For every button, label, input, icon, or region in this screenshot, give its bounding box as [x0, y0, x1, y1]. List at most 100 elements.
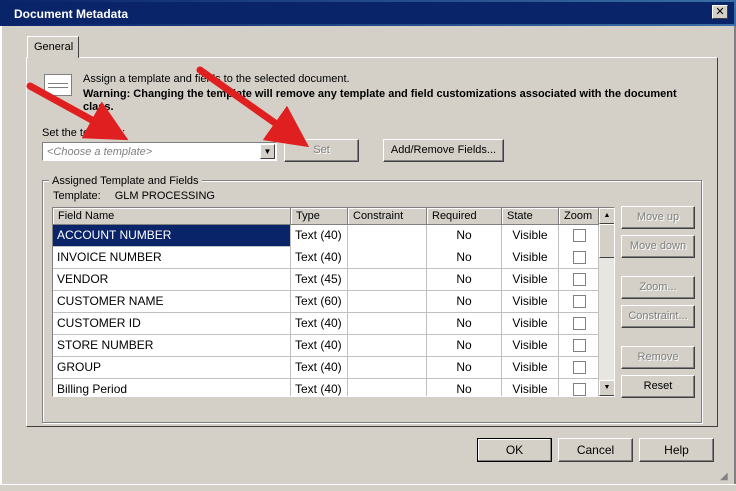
- zoom-cell: [559, 379, 599, 396]
- fields-grid[interactable]: Field Name Type Constraint Required Stat…: [52, 207, 615, 397]
- set-button[interactable]: Set: [284, 139, 359, 162]
- chevron-down-icon[interactable]: ▼: [260, 144, 275, 159]
- table-row[interactable]: VENDOR Text (45) No Visible: [53, 269, 599, 291]
- zoom-checkbox[interactable]: [573, 339, 586, 352]
- zoom-checkbox[interactable]: [573, 295, 586, 308]
- close-button[interactable]: ✕: [712, 5, 728, 19]
- table-row[interactable]: CUSTOMER NAME Text (60) No Visible: [53, 291, 599, 313]
- constraint-cell: [348, 269, 427, 291]
- field-name-cell: CUSTOMER NAME: [53, 291, 291, 313]
- zoom-cell: [559, 335, 599, 357]
- type-cell: Text (60): [291, 291, 348, 313]
- type-cell: Text (40): [291, 247, 348, 269]
- constraint-cell: [348, 225, 427, 247]
- required-cell: No: [427, 379, 502, 396]
- constraint-cell: [348, 247, 427, 269]
- remove-button[interactable]: Remove: [621, 346, 695, 369]
- state-cell: Visible: [502, 225, 559, 247]
- constraint-cell: [348, 379, 427, 396]
- state-cell: Visible: [502, 269, 559, 291]
- help-button[interactable]: Help: [639, 438, 714, 462]
- constraint-cell: [348, 313, 427, 335]
- zoom-checkbox[interactable]: [573, 383, 586, 396]
- column-header-type[interactable]: Type: [291, 208, 348, 225]
- required-cell: No: [427, 335, 502, 357]
- taskbar-strip: [0, 484, 736, 491]
- state-cell: Visible: [502, 313, 559, 335]
- window-title: Document Metadata: [14, 7, 129, 21]
- assigned-group-title: Assigned Template and Fields: [49, 175, 202, 187]
- column-header-field-name[interactable]: Field Name: [53, 208, 291, 225]
- zoom-cell: [559, 313, 599, 335]
- warning-text: Warning: Changing the template will remo…: [83, 88, 677, 113]
- table-row[interactable]: GROUP Text (40) No Visible: [53, 357, 599, 379]
- zoom-checkbox[interactable]: [573, 251, 586, 264]
- scroll-thumb[interactable]: [599, 224, 614, 258]
- set-template-label: Set the template:: [42, 127, 126, 139]
- constraint-cell: [348, 335, 427, 357]
- required-cell: No: [427, 357, 502, 379]
- table-row[interactable]: STORE NUMBER Text (40) No Visible: [53, 335, 599, 357]
- zoom-cell: [559, 291, 599, 313]
- type-cell: Text (40): [291, 357, 348, 379]
- zoom-cell: [559, 269, 599, 291]
- column-header-required[interactable]: Required: [427, 208, 502, 225]
- required-cell: No: [427, 225, 502, 247]
- tab-general-label: General: [34, 41, 74, 53]
- type-cell: Text (40): [291, 313, 348, 335]
- template-dropdown-placeholder: <Choose a template>: [47, 146, 153, 158]
- template-label: Template:: [53, 190, 101, 202]
- table-row[interactable]: INVOICE NUMBER Text (40) No Visible: [53, 247, 599, 269]
- move-down-button[interactable]: Move down: [621, 235, 695, 258]
- state-cell: Visible: [502, 291, 559, 313]
- grid-header: Field Name Type Constraint Required Stat…: [53, 208, 599, 225]
- field-name-cell: VENDOR: [53, 269, 291, 291]
- state-cell: Visible: [502, 247, 559, 269]
- zoom-checkbox[interactable]: [573, 229, 586, 242]
- title-bar: Document Metadata ✕: [0, 0, 736, 26]
- template-line: Template: GLM PROCESSING: [53, 190, 215, 202]
- zoom-checkbox[interactable]: [573, 273, 586, 286]
- required-cell: No: [427, 269, 502, 291]
- ok-button[interactable]: OK: [477, 438, 552, 462]
- tab-general[interactable]: General: [27, 36, 79, 58]
- zoom-cell: [559, 247, 599, 269]
- field-name-cell: CUSTOMER ID: [53, 313, 291, 335]
- template-dropdown[interactable]: <Choose a template> ▼: [42, 142, 277, 161]
- field-name-cell: STORE NUMBER: [53, 335, 291, 357]
- constraint-cell: [348, 357, 427, 379]
- type-cell: Text (40): [291, 379, 348, 396]
- column-header-zoom[interactable]: Zoom: [559, 208, 599, 225]
- zoom-button[interactable]: Zoom...: [621, 276, 695, 299]
- type-cell: Text (40): [291, 335, 348, 357]
- table-row[interactable]: CUSTOMER ID Text (40) No Visible: [53, 313, 599, 335]
- zoom-checkbox[interactable]: [573, 361, 586, 374]
- scroll-down-icon[interactable]: ▼: [599, 380, 614, 396]
- constraint-button[interactable]: Constraint...: [621, 305, 695, 328]
- resize-grip-icon[interactable]: ◢: [720, 471, 732, 483]
- type-cell: Text (40): [291, 225, 348, 247]
- state-cell: Visible: [502, 335, 559, 357]
- scroll-up-icon[interactable]: ▲: [599, 208, 614, 224]
- field-name-cell: GROUP: [53, 357, 291, 379]
- zoom-cell: [559, 357, 599, 379]
- column-header-state[interactable]: State: [502, 208, 559, 225]
- column-header-constraint[interactable]: Constraint: [348, 208, 427, 225]
- zoom-checkbox[interactable]: [573, 317, 586, 330]
- state-cell: Visible: [502, 379, 559, 396]
- document-icon: [44, 74, 72, 96]
- template-value: GLM PROCESSING: [114, 190, 215, 202]
- zoom-cell: [559, 225, 599, 247]
- add-remove-fields-button[interactable]: Add/Remove Fields...: [383, 139, 504, 162]
- constraint-cell: [348, 291, 427, 313]
- info-text: Assign a template and fields to the sele…: [83, 73, 350, 85]
- grid-scrollbar[interactable]: ▲ ▼: [599, 208, 614, 396]
- cancel-button[interactable]: Cancel: [558, 438, 633, 462]
- required-cell: No: [427, 313, 502, 335]
- required-cell: No: [427, 247, 502, 269]
- required-cell: No: [427, 291, 502, 313]
- reset-button[interactable]: Reset: [621, 375, 695, 398]
- table-row[interactable]: Billing Period Text (40) No Visible: [53, 379, 599, 396]
- move-up-button[interactable]: Move up: [621, 206, 695, 229]
- table-row[interactable]: ACCOUNT NUMBER Text (40) No Visible: [53, 225, 599, 247]
